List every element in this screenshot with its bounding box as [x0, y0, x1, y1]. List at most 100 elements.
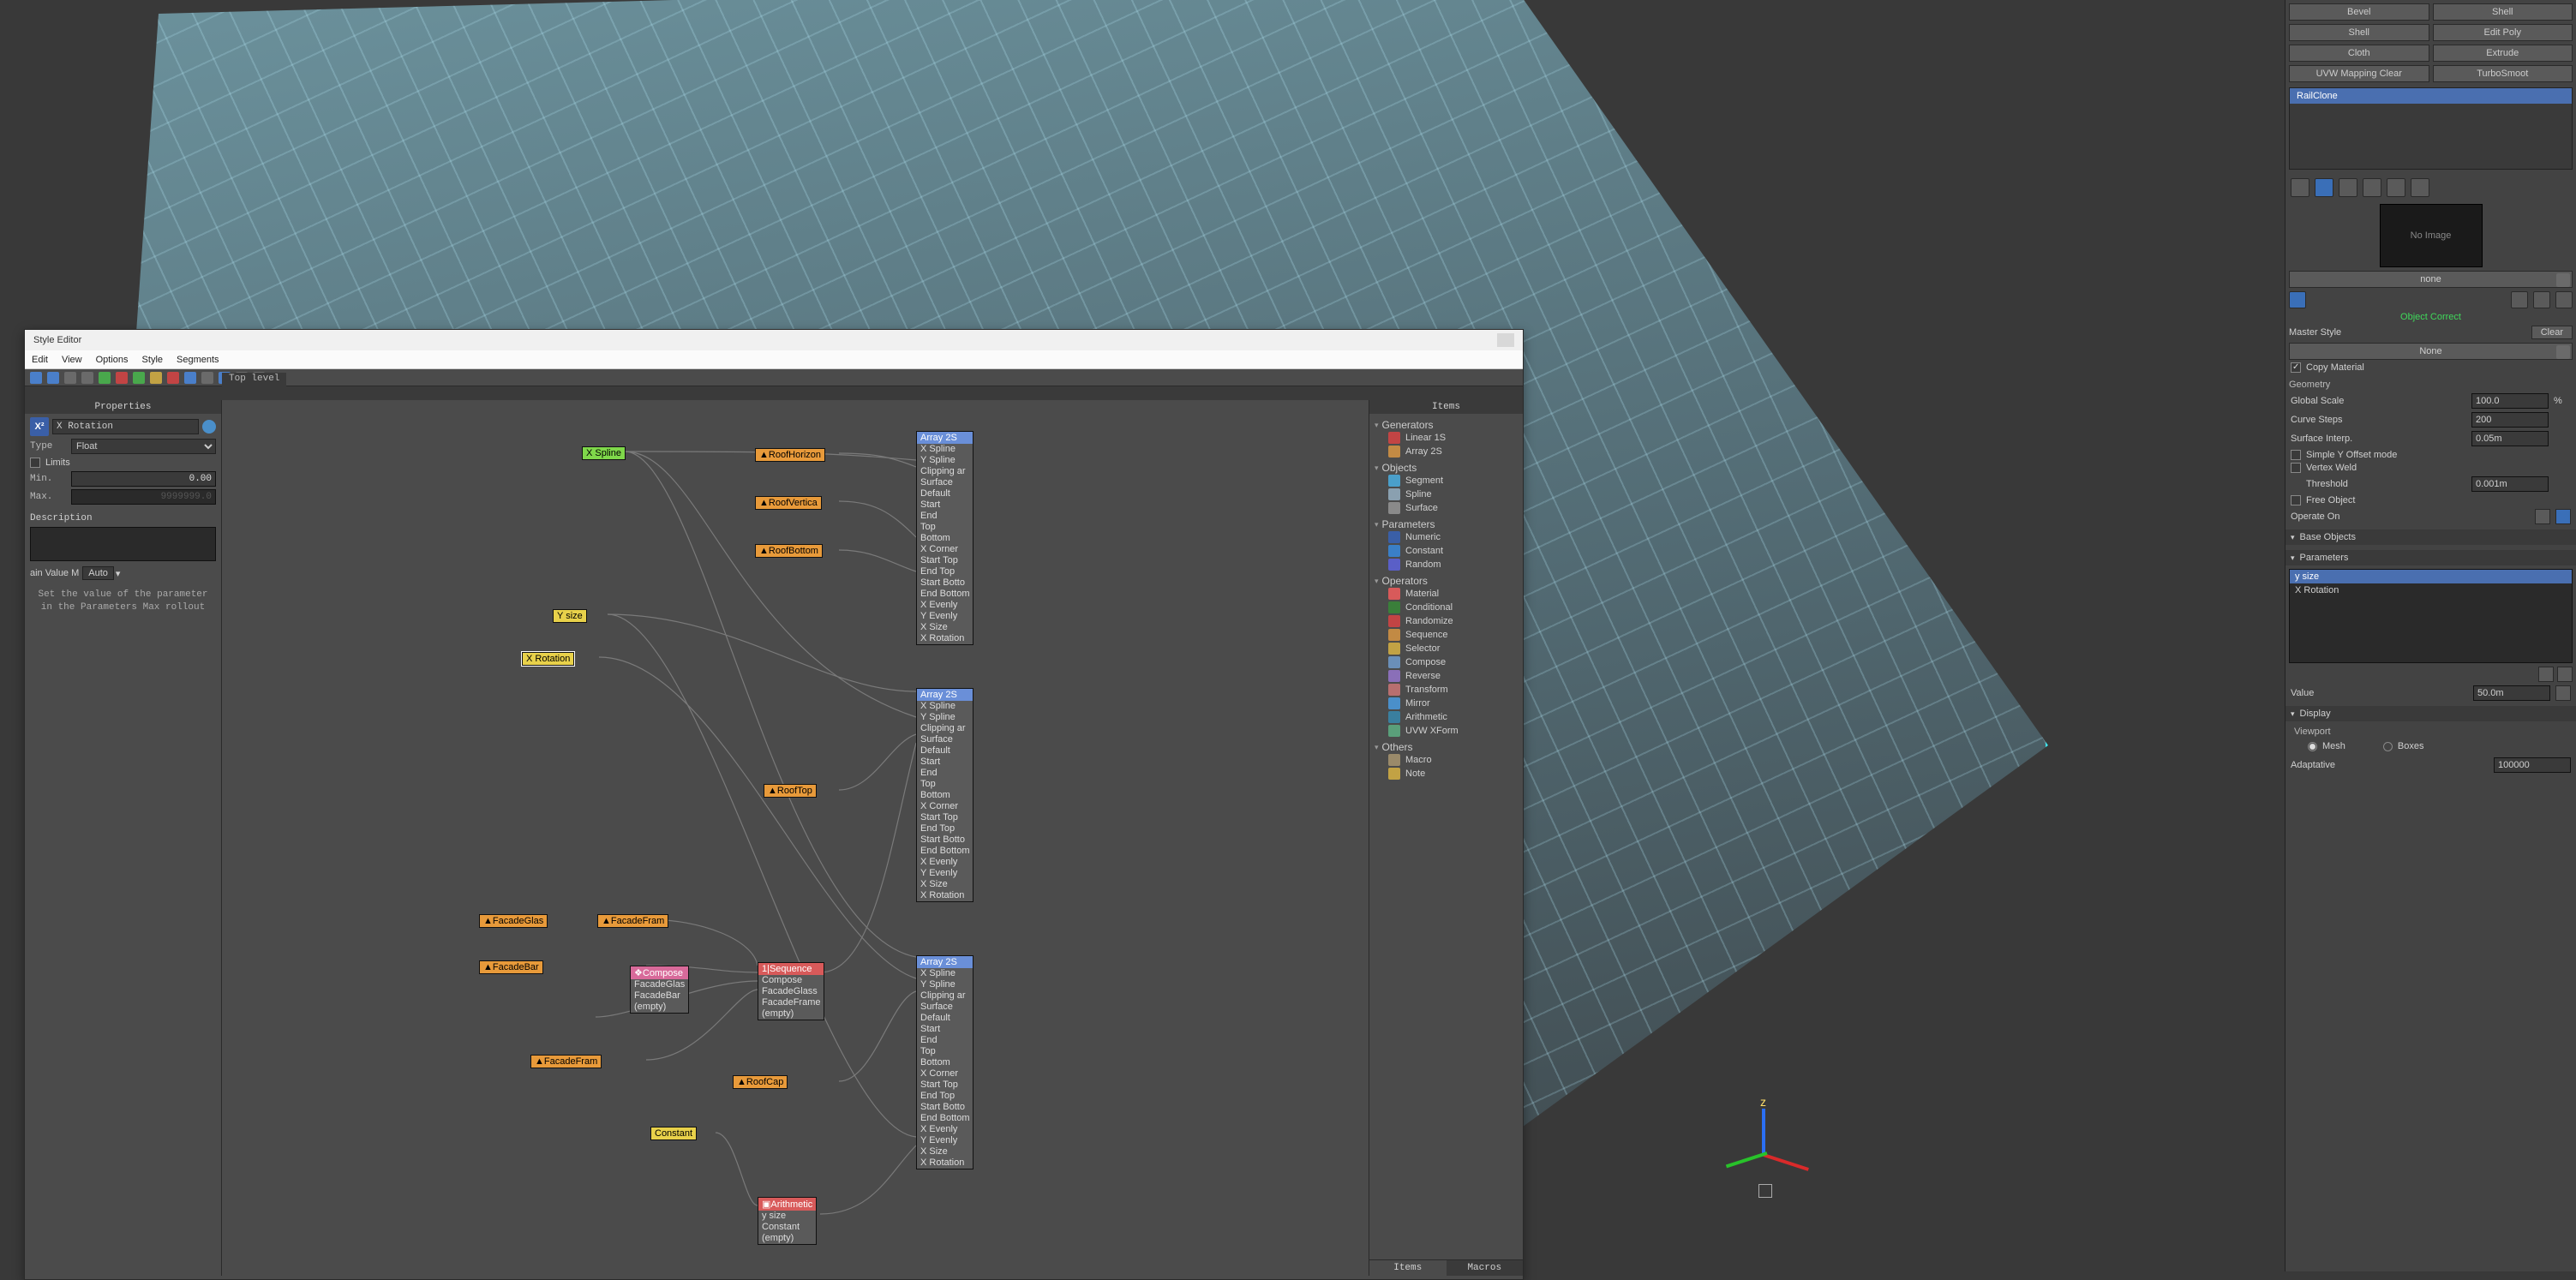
vertexweld-checkbox[interactable] — [2291, 463, 2301, 473]
modifier-button-shell[interactable]: Shell — [2289, 24, 2429, 41]
node-facade-glas[interactable]: FacadeGlas — [493, 916, 543, 926]
help-icon[interactable] — [2556, 273, 2570, 287]
auto-dropdown[interactable]: Auto — [82, 566, 114, 580]
modifier-button-cloth[interactable]: Cloth — [2289, 45, 2429, 62]
item-macro[interactable]: Macro — [1375, 753, 1518, 767]
node-arithmetic[interactable]: ▣Arithmetic y size Constant (empty) — [758, 1197, 817, 1245]
modifier-button-bevel[interactable]: Bevel — [2289, 3, 2429, 21]
base-objects-rollout[interactable]: Base Objects — [2285, 529, 2576, 545]
menu-view[interactable]: View — [62, 355, 82, 365]
load-icon[interactable] — [2533, 291, 2550, 308]
category-parameters[interactable]: Parameters — [1375, 518, 1518, 530]
tool-icon[interactable] — [30, 372, 42, 384]
gizmo-cube[interactable] — [1758, 1184, 1772, 1198]
param-row[interactable]: X Rotation — [2290, 583, 2572, 597]
simpley-checkbox[interactable] — [2291, 450, 2301, 460]
item-selector[interactable]: Selector — [1375, 642, 1518, 655]
type-select[interactable]: Float — [71, 439, 216, 454]
param-row[interactable]: y size — [2290, 570, 2572, 583]
tool-icon[interactable] — [184, 372, 196, 384]
category-operators[interactable]: Operators — [1375, 575, 1518, 587]
node-array2s-2[interactable]: Array 2S X SplineY SplineClipping arSurf… — [916, 688, 973, 902]
modifier-button-turbosmoot[interactable]: TurboSmoot — [2433, 65, 2573, 82]
stack-icon[interactable] — [2315, 178, 2333, 197]
menu-segments[interactable]: Segments — [177, 355, 219, 365]
item-reverse[interactable]: Reverse — [1375, 669, 1518, 683]
pin-icon[interactable] — [2291, 178, 2309, 197]
node-x-rotation[interactable]: X Rotation — [523, 653, 573, 665]
breadcrumb[interactable]: Top level — [222, 373, 286, 386]
info-icon[interactable] — [202, 420, 216, 434]
axis-gizmo[interactable]: z — [1717, 1109, 1812, 1194]
param-name-input[interactable] — [52, 419, 199, 434]
parameters-list[interactable]: y size X Rotation — [2289, 569, 2573, 663]
macros-tab[interactable]: Macros — [1447, 1260, 1524, 1276]
category-generators[interactable]: Generators — [1375, 419, 1518, 431]
limits-checkbox[interactable] — [30, 458, 40, 468]
item-linear-1s[interactable]: Linear 1S — [1375, 431, 1518, 445]
item-mirror[interactable]: Mirror — [1375, 697, 1518, 710]
operate-tri-icon[interactable] — [2535, 509, 2550, 524]
tool-icon[interactable] — [81, 372, 93, 384]
category-others[interactable]: Others — [1375, 741, 1518, 753]
description-textarea[interactable] — [30, 527, 216, 561]
item-note[interactable]: Note — [1375, 767, 1518, 781]
tool-icon[interactable] — [64, 372, 76, 384]
operate-quad-icon[interactable] — [2555, 509, 2571, 524]
create-icon[interactable] — [2289, 291, 2306, 308]
global-scale-spinner[interactable]: 100.0 — [2471, 393, 2549, 409]
tool-icon[interactable] — [150, 372, 162, 384]
param-help-icon[interactable] — [2555, 685, 2571, 701]
node-facade-bar[interactable]: FacadeBar — [493, 962, 539, 972]
modifier-button-extrude[interactable]: Extrude — [2433, 45, 2573, 62]
tool-icon[interactable] — [133, 372, 145, 384]
tool-icon[interactable] — [201, 372, 213, 384]
tool-icon[interactable] — [99, 372, 111, 384]
node-roof-cap[interactable]: RoofCap — [746, 1077, 783, 1087]
delete-icon[interactable] — [2387, 178, 2405, 197]
item-surface[interactable]: Surface — [1375, 501, 1518, 515]
mesh-radio[interactable] — [2308, 742, 2317, 751]
node-x-spline[interactable]: X Spline — [583, 447, 625, 459]
param-plus[interactable] — [2557, 667, 2573, 682]
item-constant[interactable]: Constant — [1375, 544, 1518, 558]
clear-icon[interactable] — [2555, 291, 2573, 308]
node-constant[interactable]: Constant — [651, 1127, 696, 1139]
item-spline[interactable]: Spline — [1375, 487, 1518, 501]
unique-icon[interactable] — [2363, 178, 2381, 197]
modifier-railclone[interactable]: RailClone — [2290, 88, 2572, 104]
tool-icon[interactable] — [47, 372, 59, 384]
item-numeric[interactable]: Numeric — [1375, 530, 1518, 544]
parameters-rollout[interactable]: Parameters — [2285, 550, 2576, 565]
item-compose[interactable]: Compose — [1375, 655, 1518, 669]
show-icon[interactable] — [2339, 178, 2357, 197]
master-style-button[interactable]: None — [2289, 343, 2573, 360]
node-y-size[interactable]: Y size — [554, 610, 586, 622]
node-compose[interactable]: ❖Compose FacadeGlas FacadeBar (empty) — [630, 966, 689, 1014]
menu-options[interactable]: Options — [96, 355, 129, 365]
picker-icon[interactable] — [2556, 345, 2570, 359]
curve-steps-spinner[interactable]: 200 — [2471, 412, 2549, 428]
modifier-button-edit-poly[interactable]: Edit Poly — [2433, 24, 2573, 41]
menu-style[interactable]: Style — [142, 355, 163, 365]
config-icon[interactable] — [2411, 178, 2429, 197]
clear-button[interactable]: Clear — [2531, 326, 2573, 339]
save-icon[interactable] — [2511, 291, 2528, 308]
tool-icon[interactable] — [167, 372, 179, 384]
modifier-button-uvw-mapping-clear[interactable]: UVW Mapping Clear — [2289, 65, 2429, 82]
item-random[interactable]: Random — [1375, 558, 1518, 571]
item-conditional[interactable]: Conditional — [1375, 601, 1518, 614]
item-transform[interactable]: Transform — [1375, 683, 1518, 697]
item-sequence[interactable]: Sequence — [1375, 628, 1518, 642]
param-minus[interactable] — [2538, 667, 2554, 682]
map-button[interactable]: none — [2289, 271, 2573, 288]
item-randomize[interactable]: Randomize — [1375, 614, 1518, 628]
node-roof-bottom[interactable]: RoofBottom — [769, 546, 818, 556]
modifier-button-shell[interactable]: Shell — [2433, 3, 2573, 21]
node-facade-fram[interactable]: FacadeFram — [611, 916, 664, 926]
item-uvw-xform[interactable]: UVW XForm — [1375, 724, 1518, 738]
menu-edit[interactable]: Edit — [32, 355, 48, 365]
node-array2s-3[interactable]: Array 2S X SplineY SplineClipping arSurf… — [916, 955, 973, 1169]
close-button[interactable] — [1497, 333, 1514, 347]
node-facade-fram2[interactable]: FacadeFram — [544, 1056, 597, 1067]
